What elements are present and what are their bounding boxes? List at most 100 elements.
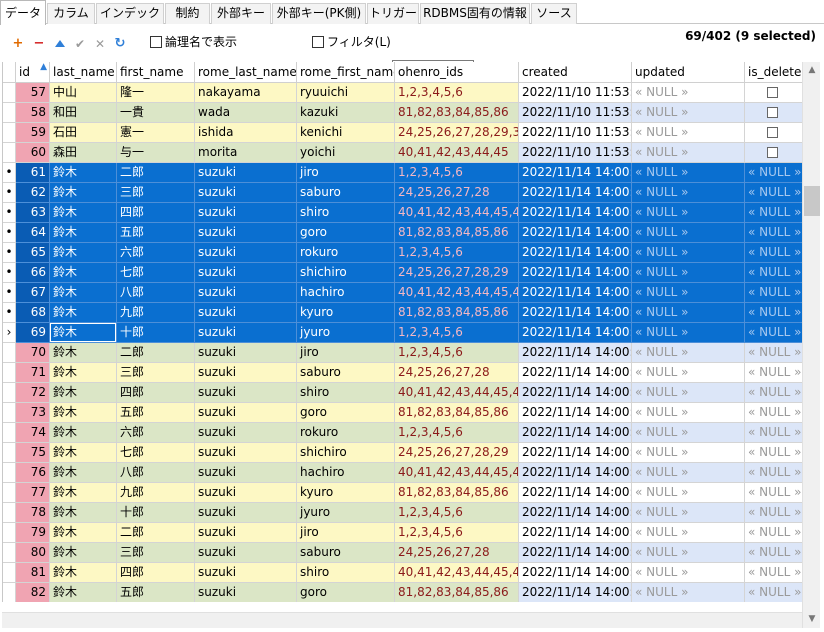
cell-id[interactable]: 57	[16, 83, 50, 103]
cell-ohenro-ids[interactable]: 1,2,3,4,5,6	[395, 423, 519, 443]
cell-updated[interactable]: « NULL »	[632, 543, 745, 563]
cell-rome-first-name[interactable]: saburo	[297, 183, 395, 203]
cell-created[interactable]: 2022/11/14 14:00:23.1	[519, 423, 632, 443]
cell-is-deleted[interactable]: « NULL »	[745, 403, 802, 423]
cell-updated[interactable]: « NULL »	[632, 143, 745, 163]
cell-first-name[interactable]: 二郎	[117, 343, 195, 363]
cell-id[interactable]: 71	[16, 363, 50, 383]
cell-created[interactable]: 2022/11/14 14:00:22.2	[519, 283, 632, 303]
column-header-id[interactable]: id ▲	[16, 62, 50, 83]
cell-last-name[interactable]: 森田	[50, 143, 117, 163]
cell-is-deleted[interactable]	[745, 143, 802, 163]
is-deleted-checkbox[interactable]	[767, 147, 778, 158]
cell-last-name[interactable]: 鈴木	[50, 303, 117, 323]
cell-ohenro-ids[interactable]: 24,25,26,27,28,29,30	[395, 123, 519, 143]
column-header-ohenro-ids[interactable]: ohenro_ids	[395, 62, 519, 83]
cell-rome-last-name[interactable]: suzuki	[195, 423, 297, 443]
column-header-rome-last-name[interactable]: rome_last_name	[195, 62, 297, 83]
cell-created[interactable]: 2022/11/10 11:53:42.0	[519, 83, 632, 103]
cell-created[interactable]: 2022/11/14 14:00:22.2	[519, 323, 632, 343]
table-row[interactable]: • 68 鈴木 九郎 suzuki kyuro 81,82,83,84,85,86 2022/…	[3, 303, 802, 323]
cell-created[interactable]: 2022/11/14 14:00:22.2	[519, 263, 632, 283]
column-header-updated[interactable]: updated	[632, 62, 745, 83]
table-row[interactable]: 70 鈴木 二郎 suzuki jiro 1,2,3,4,5,6 2022/11/14 14…	[3, 343, 802, 363]
cell-last-name[interactable]: 鈴木	[50, 583, 117, 602]
cell-updated[interactable]: « NULL »	[632, 583, 745, 602]
cell-first-name[interactable]: 四郎	[117, 383, 195, 403]
cell-id[interactable]: 81	[16, 563, 50, 583]
tab-constraints[interactable]: 制約	[165, 3, 210, 24]
cell-ohenro-ids[interactable]: 40,41,42,43,44,45	[395, 143, 519, 163]
cell-id[interactable]: 69	[16, 323, 50, 343]
column-header-is-deleted[interactable]: is_deleted	[745, 62, 802, 83]
cell-first-name[interactable]: 四郎	[117, 563, 195, 583]
cell-is-deleted[interactable]: « NULL »	[745, 303, 802, 323]
table-row[interactable]: • 63 鈴木 四郎 suzuki shiro 40,41,42,43,44,45,46 20…	[3, 203, 802, 223]
cell-id[interactable]: 59	[16, 123, 50, 143]
cell-rome-first-name[interactable]: hachiro	[297, 463, 395, 483]
cell-id[interactable]: 76	[16, 463, 50, 483]
cell-created[interactable]: 2022/11/14 14:00:22.2	[519, 243, 632, 263]
cell-updated[interactable]: « NULL »	[632, 343, 745, 363]
cell-first-name[interactable]: 九郎	[117, 303, 195, 323]
table-row[interactable]: • 66 鈴木 七郎 suzuki shichiro 24,25,26,27,28,29 20…	[3, 263, 802, 283]
cell-rome-first-name[interactable]: shiro	[297, 203, 395, 223]
tab-foreign-keys-pk[interactable]: 外部キー(PK側)	[272, 3, 366, 24]
cell-first-name[interactable]: 二郎	[117, 523, 195, 543]
cell-rome-first-name[interactable]: jiro	[297, 343, 395, 363]
cell-is-deleted[interactable]: « NULL »	[745, 503, 802, 523]
cell-ohenro-ids[interactable]: 40,41,42,43,44,45,46	[395, 563, 519, 583]
cell-last-name[interactable]: 鈴木	[50, 163, 117, 183]
cell-last-name[interactable]: 鈴木	[50, 483, 117, 503]
cell-created[interactable]: 2022/11/14 14:00:22.2	[519, 203, 632, 223]
cell-id[interactable]: 73	[16, 403, 50, 423]
filter-checkbox[interactable]: フィルタ(L)	[312, 34, 391, 50]
cell-ohenro-ids[interactable]: 40,41,42,43,44,45,46,47	[395, 463, 519, 483]
cell-rome-last-name[interactable]: suzuki	[195, 323, 297, 343]
cell-is-deleted[interactable]: « NULL »	[745, 203, 802, 223]
cell-first-name[interactable]: 五郎	[117, 223, 195, 243]
cell-ohenro-ids[interactable]: 1,2,3,4,5,6	[395, 163, 519, 183]
cell-is-deleted[interactable]: « NULL »	[745, 323, 802, 343]
checkbox-box[interactable]	[312, 36, 324, 48]
cell-first-name[interactable]: 七郎	[117, 443, 195, 463]
cell-last-name[interactable]: 鈴木	[50, 203, 117, 223]
cell-created[interactable]: 2022/11/14 14:00:23.1	[519, 363, 632, 383]
cell-is-deleted[interactable]: « NULL »	[745, 183, 802, 203]
cell-last-name[interactable]: 鈴木	[50, 403, 117, 423]
cell-is-deleted[interactable]: « NULL »	[745, 423, 802, 443]
cell-last-name[interactable]: 鈴木	[50, 423, 117, 443]
cell-updated[interactable]: « NULL »	[632, 203, 745, 223]
cell-rome-first-name[interactable]: jiro	[297, 163, 395, 183]
cell-created[interactable]: 2022/11/14 14:00:23.1	[519, 503, 632, 523]
table-row[interactable]: 60 森田 与一 morita yoichi 40,41,42,43,44,45 2022/…	[3, 143, 802, 163]
cell-rome-first-name[interactable]: jyuro	[297, 503, 395, 523]
table-row[interactable]: 72 鈴木 四郎 suzuki shiro 40,41,42,43,44,45,46 202…	[3, 383, 802, 403]
cell-first-name[interactable]: 七郎	[117, 263, 195, 283]
cell-rome-last-name[interactable]: suzuki	[195, 583, 297, 602]
show-logical-names-checkbox[interactable]: 論理名で表示	[150, 34, 237, 50]
table-row[interactable]: 75 鈴木 七郎 suzuki shichiro 24,25,26,27,28,29 202…	[3, 443, 802, 463]
cell-rome-last-name[interactable]: suzuki	[195, 243, 297, 263]
cell-ohenro-ids[interactable]: 1,2,3,4,5,6	[395, 503, 519, 523]
cell-last-name[interactable]: 中山	[50, 83, 117, 103]
cell-first-name[interactable]: 三郎	[117, 363, 195, 383]
cell-updated[interactable]: « NULL »	[632, 483, 745, 503]
cell-rome-last-name[interactable]: suzuki	[195, 263, 297, 283]
table-row[interactable]: 81 鈴木 四郎 suzuki shiro 40,41,42,43,44,45,46 202…	[3, 563, 802, 583]
cell-is-deleted[interactable]: « NULL »	[745, 243, 802, 263]
cell-id[interactable]: 70	[16, 343, 50, 363]
vertical-scrollbar[interactable]: ▲ ▼	[802, 62, 820, 628]
cell-rome-last-name[interactable]: suzuki	[195, 483, 297, 503]
cell-rome-first-name[interactable]: hachiro	[297, 283, 395, 303]
cell-ohenro-ids[interactable]: 24,25,26,27,28	[395, 183, 519, 203]
cell-is-deleted[interactable]: « NULL »	[745, 483, 802, 503]
cell-updated[interactable]: « NULL »	[632, 163, 745, 183]
cell-is-deleted[interactable]	[745, 103, 802, 123]
cell-created[interactable]: 2022/11/14 14:00:23.1	[519, 463, 632, 483]
cell-rome-first-name[interactable]: jyuro	[297, 323, 395, 343]
cell-rome-last-name[interactable]: suzuki	[195, 523, 297, 543]
cell-id[interactable]: 75	[16, 443, 50, 463]
cell-created[interactable]: 2022/11/14 14:00:23.1	[519, 383, 632, 403]
cell-id[interactable]: 63	[16, 203, 50, 223]
